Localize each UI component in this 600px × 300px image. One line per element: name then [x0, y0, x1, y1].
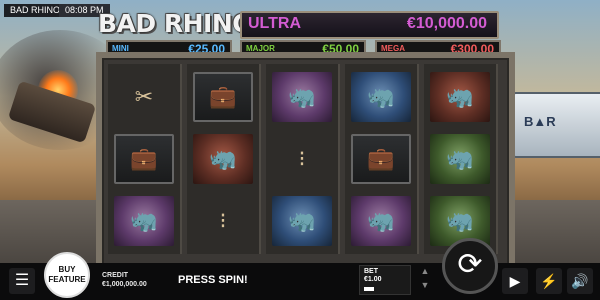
ammo-bullets-symbol: ⁝ — [193, 196, 253, 246]
reel-cell: 💼 — [189, 68, 257, 126]
bolt-cutters-symbol: ✂ — [114, 72, 174, 122]
reel-cell: 🦏 — [110, 192, 178, 250]
bet-display: BET €1.00 — [359, 265, 411, 295]
armored-truck: B▲R — [510, 92, 600, 158]
reel-4: 🦏 💼 🦏 — [345, 64, 419, 254]
rhino-purple-bullets-symbol: 🦏 — [272, 72, 332, 122]
rhino-green-hacker-icon: 🦏 — [446, 146, 474, 171]
rhino-green-hacker-symbol: 🦏 — [430, 134, 490, 184]
reel-cell: 🦏 — [426, 130, 494, 188]
spin-icon: ⟳ — [457, 248, 483, 281]
reel-cell: 🦏 — [268, 68, 336, 126]
credit-display: CREDIT €1,000,000.00 — [102, 271, 147, 289]
autoplay-icon: ▶ — [509, 273, 521, 289]
reel-cell: 🦏 — [426, 68, 494, 126]
rhino-blue-driver-symbol: 🦏 — [351, 72, 411, 122]
briefcase-symbol: 💼 — [351, 134, 411, 184]
rhino-purple-bullets-icon: 🦏 — [288, 84, 316, 109]
rhino-purple-bullets-icon: 🦏 — [130, 208, 158, 233]
rhino-red-suit-icon: 🦏 — [446, 84, 474, 109]
jackpot-ultra: ULTRA €10,000.00 — [240, 11, 499, 39]
turbo-button[interactable]: ⚡ — [536, 268, 562, 294]
reel-cell: 💼 — [110, 130, 178, 188]
autoplay-button[interactable]: ▶ — [502, 268, 528, 294]
menu-button[interactable]: ☰ — [9, 268, 35, 294]
bet-value: €1.00 — [364, 276, 382, 283]
bet-adjust: ▲ ▼ — [415, 264, 435, 294]
sound-icon: 🔊 — [571, 273, 589, 289]
reel-cell: 🦏 — [347, 68, 415, 126]
rhino-purple-bullets-symbol: 🦏 — [114, 196, 174, 246]
chevron-down-icon[interactable]: ▼ — [415, 278, 435, 292]
rhino-purple-bullets-symbol: 🦏 — [351, 196, 411, 246]
briefcase-icon: 💼 — [209, 84, 237, 109]
bet-level-bar — [364, 287, 374, 291]
rhino-blue-driver-icon: 🦏 — [367, 84, 395, 109]
rhino-blue-gunner-symbol: 🦏 — [272, 196, 332, 246]
credit-value: €1,000,000.00 — [102, 281, 147, 288]
truck-logo: B▲R — [524, 114, 556, 129]
reel-cell: 🦏 — [347, 192, 415, 250]
credit-label: CREDIT — [102, 272, 129, 279]
reel-1: ✂ 💼 🦏 — [108, 64, 182, 254]
rhino-purple-bullets-icon: 🦏 — [367, 208, 395, 233]
status-message: PRESS SPIN! — [178, 274, 248, 286]
hamburger-icon: ☰ — [14, 272, 30, 289]
sound-button[interactable]: 🔊 — [567, 268, 593, 294]
reel-cell: 💼 — [347, 130, 415, 188]
rhino-red-suit-icon: 🦏 — [209, 146, 237, 171]
bet-label: BET — [364, 268, 378, 275]
jackpot-ultra-label: ULTRA — [248, 15, 302, 32]
bolt-cutters-icon: ✂ — [134, 84, 154, 109]
rhino-green-hacker-icon: 🦏 — [446, 208, 474, 233]
reel-3: 🦏 ⁝ 🦏 — [266, 64, 340, 254]
rhino-red-suit-symbol: 🦏 — [430, 72, 490, 122]
ammo-bullets-icon: ⁝ — [298, 146, 306, 171]
rhino-red-suit-symbol: 🦏 — [193, 134, 253, 184]
rhino-blue-gunner-icon: 🦏 — [288, 208, 316, 233]
jackpot-ultra-value: €10,000.00 — [406, 15, 487, 32]
briefcase-symbol: 💼 — [193, 72, 253, 122]
buy-feature-button[interactable]: BUY FEATURE — [44, 252, 90, 298]
reel-frame: ✂ 💼 🦏 💼 🦏 ⁝ 🦏 ⁝ 🦏 🦏 💼 🦏 🦏 🦏 🦏 — [96, 52, 515, 272]
reel-5: 🦏 🦏 🦏 — [424, 64, 498, 254]
spin-button[interactable]: ⟳ — [442, 238, 498, 294]
reel-cell: ⁝ — [189, 192, 257, 250]
ammo-bullets-icon: ⁝ — [219, 208, 227, 233]
reel-cell: 🦏 — [189, 130, 257, 188]
turbo-icon: ⚡ — [540, 273, 558, 289]
reel-cell: ✂ — [110, 68, 178, 126]
ammo-bullets-symbol: ⁝ — [272, 134, 332, 184]
briefcase-symbol: 💼 — [114, 134, 174, 184]
briefcase-icon: 💼 — [367, 146, 395, 171]
reel-cell: ⁝ — [268, 130, 336, 188]
chevron-up-icon[interactable]: ▲ — [415, 264, 435, 278]
briefcase-icon: 💼 — [130, 146, 158, 171]
reel-cell: 🦏 — [268, 192, 336, 250]
reel-2: 💼 🦏 ⁝ — [187, 64, 261, 254]
